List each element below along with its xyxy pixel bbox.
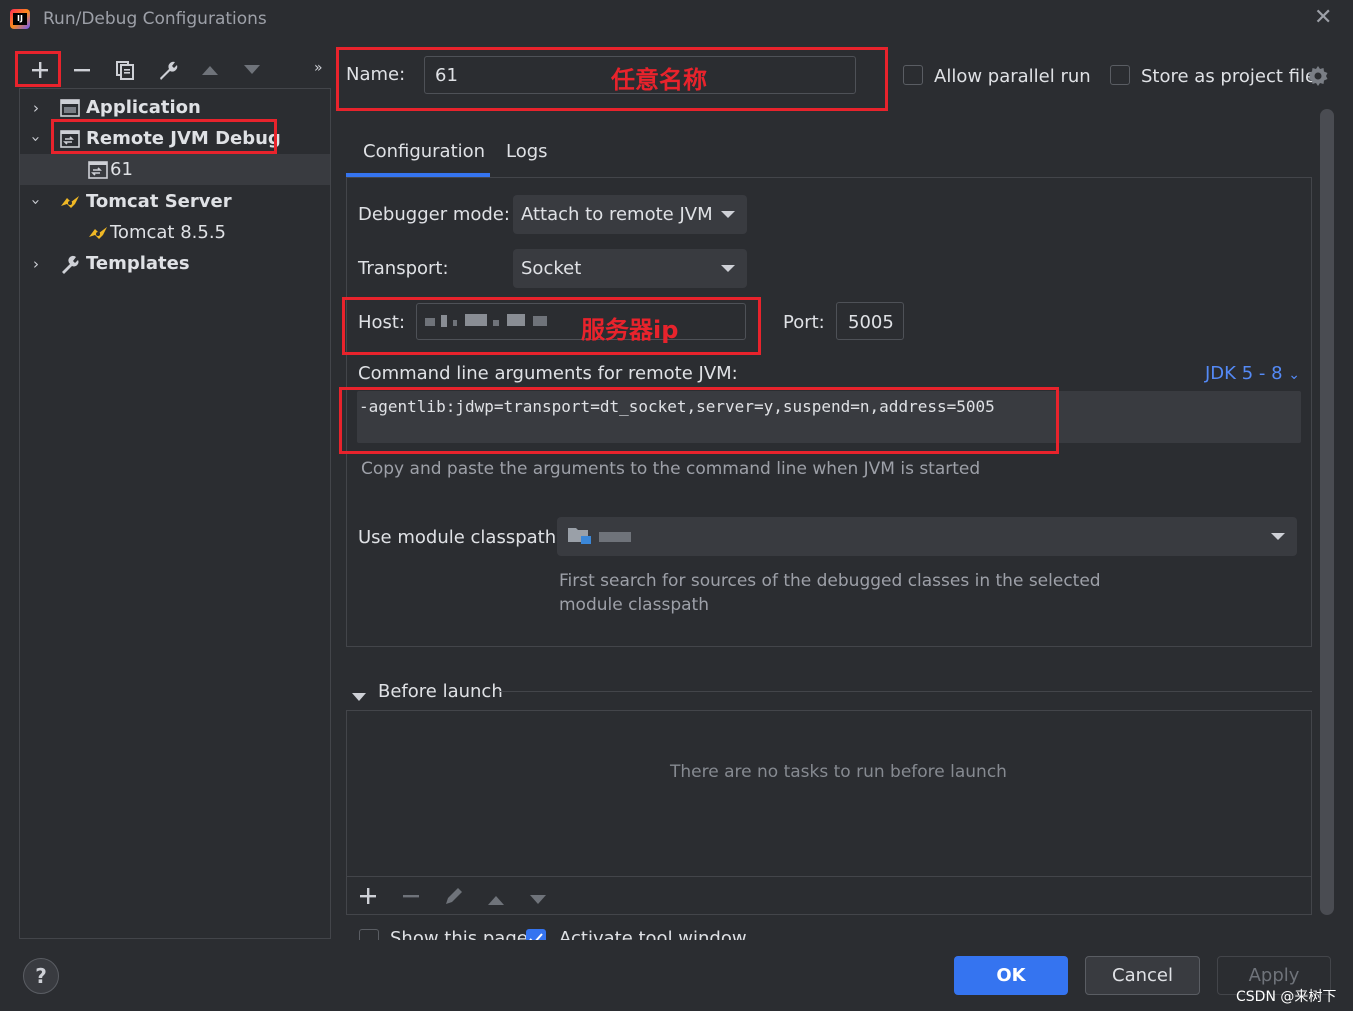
- module-classpath-select[interactable]: [557, 517, 1297, 556]
- activate-tool-window-checkbox[interactable]: [526, 929, 546, 940]
- blurred-host-text: [441, 315, 447, 327]
- chevron-down-icon: [721, 211, 735, 218]
- tree-item-tomcat-855[interactable]: Tomcat 8.5.5: [20, 217, 330, 248]
- tree-item-templates[interactable]: › Templates: [20, 248, 330, 279]
- ok-button[interactable]: OK: [954, 956, 1068, 995]
- tree-item-tomcat-server[interactable]: › Tomcat Server: [20, 186, 330, 217]
- chevron-down-icon: ⌄: [1288, 367, 1301, 383]
- chevron-down-icon[interactable]: ›: [27, 195, 45, 209]
- blurred-host-text: [465, 314, 487, 326]
- chevron-down-icon: [721, 265, 735, 272]
- tree-item-label: Application: [86, 97, 201, 118]
- before-launch-options: Show this page Activate tool window: [346, 925, 1326, 940]
- help-button[interactable]: ?: [23, 958, 59, 994]
- debugger-mode-select[interactable]: Attach to remote JVM: [513, 195, 747, 234]
- name-label: Name:: [346, 64, 406, 85]
- module-folder-icon: [567, 525, 593, 549]
- cancel-button[interactable]: Cancel: [1085, 956, 1200, 995]
- before-launch-empty: There are no tasks to run before launch: [670, 762, 1007, 782]
- blurred-host-text: [493, 320, 499, 326]
- blurred-host-text: [453, 320, 457, 326]
- add-task-icon[interactable]: [359, 887, 377, 909]
- gear-icon[interactable]: [1306, 64, 1330, 92]
- move-down-icon[interactable]: [529, 891, 547, 910]
- port-label: Port:: [783, 312, 825, 333]
- tree-item-label: Tomcat Server: [86, 191, 232, 212]
- chevron-right-icon[interactable]: ›: [29, 99, 43, 117]
- store-project-label: Store as project file: [1141, 66, 1317, 87]
- tab-logs[interactable]: Logs: [506, 141, 548, 162]
- show-page-label: Show this page: [390, 928, 528, 940]
- remove-task-icon[interactable]: [402, 887, 420, 909]
- debugger-mode-value: Attach to remote JVM: [521, 204, 713, 225]
- remove-icon[interactable]: [68, 56, 96, 84]
- transport-label: Transport:: [358, 258, 449, 279]
- activate-tool-window-label: Activate tool window: [559, 928, 747, 940]
- window-title: Run/Debug Configurations: [43, 9, 267, 29]
- allow-parallel-checkbox[interactable]: [903, 65, 923, 85]
- cmdline-highlight: [339, 387, 1059, 454]
- add-icon[interactable]: [26, 56, 54, 84]
- port-field[interactable]: 5005: [836, 302, 904, 340]
- title-bar: Run/Debug Configurations ✕: [0, 0, 1353, 40]
- configuration-tree: › Application › Remote JVM Debug 61 › To…: [19, 88, 331, 939]
- blurred-host-text: [425, 318, 435, 326]
- copy-icon[interactable]: [111, 56, 139, 84]
- close-icon[interactable]: ✕: [1314, 6, 1332, 30]
- section-divider: [500, 691, 1312, 692]
- module-hint-line: module classpath: [559, 595, 709, 615]
- allow-parallel-label: Allow parallel run: [934, 66, 1091, 87]
- show-page-checkbox[interactable]: [359, 929, 379, 940]
- cmdline-hint: Copy and paste the arguments to the comm…: [361, 459, 981, 479]
- jdk-selector[interactable]: JDK 5 - 8 ⌄: [1205, 363, 1300, 384]
- before-launch-toolbar-divider: [347, 876, 1311, 877]
- expand-more-icon[interactable]: »: [314, 60, 323, 76]
- remote-debug-icon: [87, 160, 109, 180]
- blurred-host-text: [507, 314, 525, 326]
- before-launch-title: Before launch: [378, 681, 503, 702]
- tree-item-label: 61: [110, 159, 133, 180]
- vertical-scrollbar[interactable]: [1320, 109, 1334, 915]
- port-value: 5005: [848, 312, 894, 333]
- module-hint: First search for sources of the debugged…: [559, 569, 1101, 617]
- checkmark-icon: [529, 933, 543, 940]
- host-label: Host:: [358, 312, 406, 333]
- blurred-host-text: [533, 316, 547, 326]
- tree-item-61[interactable]: 61: [20, 154, 330, 185]
- csdn-watermark: CSDN @来树下: [1236, 989, 1337, 1005]
- chevron-right-icon[interactable]: ›: [29, 255, 43, 273]
- blurred-module-name: [599, 531, 631, 542]
- transport-select[interactable]: Socket: [513, 249, 747, 288]
- store-project-checkbox[interactable]: [1110, 65, 1130, 85]
- module-hint-line: First search for sources of the debugged…: [559, 571, 1101, 591]
- edit-task-icon[interactable]: [443, 885, 465, 911]
- application-icon: [59, 98, 81, 118]
- move-down-icon[interactable]: [238, 56, 266, 84]
- remote-jvm-highlight: [51, 119, 277, 154]
- intellij-logo-icon: [10, 9, 30, 29]
- tab-configuration[interactable]: Configuration: [363, 141, 485, 162]
- tree-item-label: Templates: [86, 253, 190, 274]
- name-value: 61: [435, 65, 458, 86]
- jdk-selector-label: JDK 5 - 8: [1205, 363, 1283, 384]
- module-classpath-label: Use module classpath:: [358, 527, 563, 548]
- cmdline-label: Command line arguments for remote JVM:: [358, 363, 738, 384]
- tomcat-icon: [87, 223, 109, 243]
- chevron-down-icon[interactable]: ›: [27, 132, 45, 146]
- tree-item-label: Tomcat 8.5.5: [110, 222, 226, 243]
- chevron-down-icon: [1271, 533, 1285, 540]
- tomcat-icon: [59, 192, 81, 212]
- collapse-triangle-icon[interactable]: [352, 687, 366, 706]
- debugger-mode-label: Debugger mode:: [358, 204, 510, 225]
- wrench-icon: [59, 254, 81, 274]
- host-annotation: 服务器ip: [581, 316, 679, 344]
- wrench-icon[interactable]: [154, 56, 182, 84]
- transport-value: Socket: [521, 258, 582, 279]
- name-annotation: 任意名称: [611, 66, 707, 94]
- move-up-icon[interactable]: [487, 891, 505, 910]
- move-up-icon[interactable]: [196, 56, 224, 84]
- before-launch-panel: [346, 710, 1312, 915]
